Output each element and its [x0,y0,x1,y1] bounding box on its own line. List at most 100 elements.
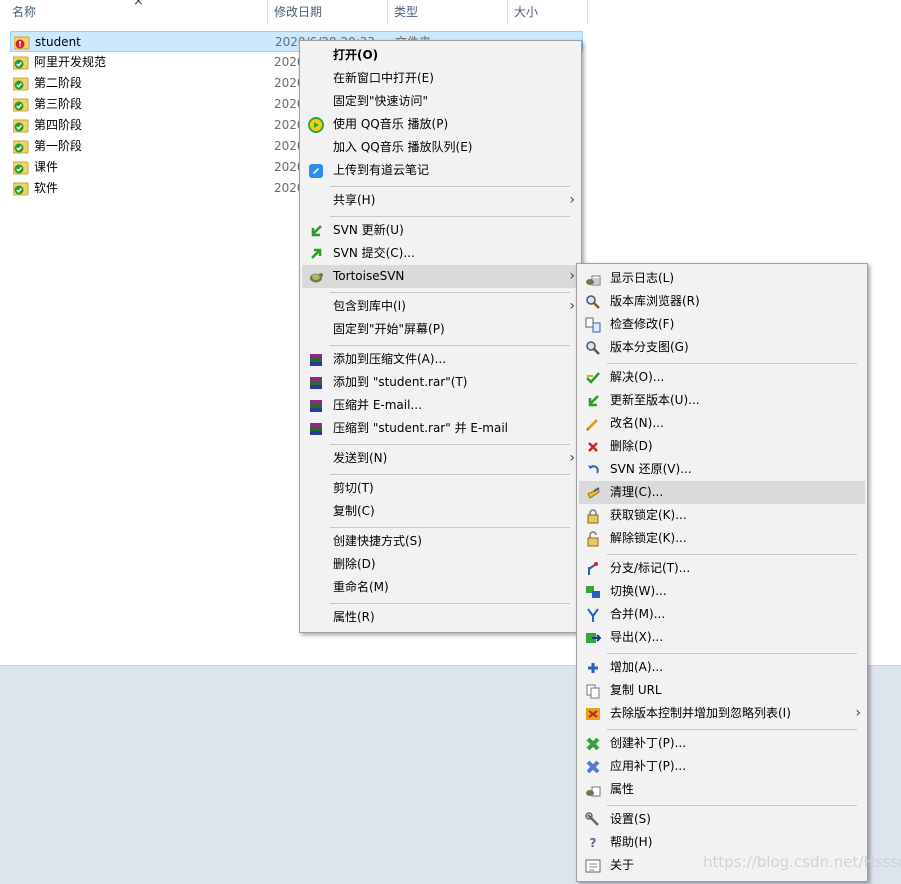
menu-item-qq-queue[interactable]: 加入 QQ音乐 播放队列(E) [302,136,579,159]
menu-item-open-new-window[interactable]: 在新窗口中打开(E) [302,67,579,90]
menu-item-label: TortoiseSVN [333,269,405,283]
menu-item-label: 包含到库中(I) [333,299,406,313]
svn-item-export[interactable]: 导出(X)... [579,626,865,649]
menu-item-label: 版本分支图(G) [610,340,689,354]
column-header-date[interactable]: 修改日期 [268,0,388,24]
menu-item-share[interactable]: 共享(H) › [302,189,579,212]
svn-item-switch[interactable]: 切换(W)... [579,580,865,603]
menu-item-label: 共享(H) [333,193,376,207]
menu-item-label: 导出(X)... [610,630,664,644]
svn-item-delete[interactable]: 删除(D) [579,435,865,458]
menu-item-include-library[interactable]: 包含到库中(I) › [302,295,579,318]
svn-item-update-to-revision[interactable]: 更新至版本(U)... [579,389,865,412]
menu-item-label: 压缩到 "student.rar" 并 E-mail [333,421,509,435]
column-header-name[interactable]: 名称 [0,0,268,24]
about-icon [585,858,601,874]
svn-item-revision-graph[interactable]: 版本分支图(G) [579,336,865,359]
svn-item-merge[interactable]: 合并(M)... [579,603,865,626]
svn-item-help[interactable]: ? 帮助(H) [579,831,865,854]
menu-separator [330,603,570,604]
menu-item-pin-quick-access[interactable]: 固定到"快速访问" [302,90,579,113]
menu-item-open[interactable]: 打开(O) [302,44,579,67]
file-name: 软件 [34,181,59,195]
menu-item-label: 解决(O)... [610,370,665,384]
menu-item-label: 复制(C) [333,504,375,518]
menu-item-label: 使用 QQ音乐 播放(P) [333,117,449,131]
menu-item-youdao-upload[interactable]: 上传到有道云笔记 [302,159,579,182]
menu-item-cut[interactable]: 剪切(T) [302,477,579,500]
menu-item-label: 上传到有道云笔记 [333,163,430,177]
winrar-icon [308,375,324,391]
svn-item-settings[interactable]: 设置(S) [579,808,865,831]
svn-item-apply-patch[interactable]: 应用补丁(P)... [579,755,865,778]
menu-item-label: SVN 提交(C)... [333,246,415,260]
winrar-icon [308,352,324,368]
menu-item-compress-email[interactable]: 压缩并 E-mail... [302,394,579,417]
svn-item-unversion-ignore[interactable]: 去除版本控制并增加到忽略列表(I) › [579,702,865,725]
menu-item-label: 固定到"开始"屏幕(P) [333,322,445,336]
apply-patch-icon [585,759,601,775]
properties-icon [585,782,601,798]
svn-item-revert[interactable]: SVN 还原(V)... [579,458,865,481]
update-arrow-icon [585,393,601,409]
svn-item-release-lock[interactable]: 解除锁定(K)... [579,527,865,550]
menu-item-delete[interactable]: 删除(D) [302,553,579,576]
menu-item-copy[interactable]: 复制(C) [302,500,579,523]
column-header-size[interactable]: 大小 [508,0,588,24]
svn-item-add[interactable]: 增加(A)... [579,656,865,679]
svn-item-get-lock[interactable]: 获取锁定(K)... [579,504,865,527]
chevron-right-icon: › [569,450,575,466]
menu-item-rename[interactable]: 重命名(M) [302,576,579,599]
svn-item-resolve[interactable]: 解决(O)... [579,366,865,389]
menu-separator [330,527,570,528]
menu-item-properties[interactable]: 属性(R) [302,606,579,629]
menu-item-svn-commit[interactable]: SVN 提交(C)... [302,242,579,265]
svn-ok-folder-icon [12,118,29,133]
menu-item-compress-rar-email[interactable]: 压缩到 "student.rar" 并 E-mail [302,417,579,440]
chevron-right-icon: › [569,268,575,284]
menu-item-label: 创建快捷方式(S) [333,534,422,548]
menu-item-tortoisesvn[interactable]: TortoiseSVN › [302,265,579,288]
menu-separator [330,345,570,346]
tortoise-icon [308,269,324,285]
cleanup-broom-icon [585,485,601,501]
svn-item-repo-browser[interactable]: 版本库浏览器(R) [579,290,865,313]
svn-item-branch-tag[interactable]: 分支/标记(T)... [579,557,865,580]
menu-item-qq-play[interactable]: 使用 QQ音乐 播放(P) [302,113,579,136]
column-header-type[interactable]: 类型 [388,0,508,24]
menu-separator [607,805,857,806]
menu-item-label: 删除(D) [333,557,376,571]
menu-item-add-rar[interactable]: 添加到 "student.rar"(T) [302,371,579,394]
ignore-icon [585,706,601,722]
svn-ok-folder-icon [12,55,29,70]
file-name: 第四阶段 [34,118,83,132]
svn-item-create-patch[interactable]: 创建补丁(P)... [579,732,865,755]
copy-icon [585,683,601,699]
menu-item-send-to[interactable]: 发送到(N) › [302,447,579,470]
svn-item-properties[interactable]: 属性 [579,778,865,801]
delete-x-icon [585,439,601,455]
menu-item-add-archive[interactable]: 添加到压缩文件(A)... [302,348,579,371]
svn-item-check-modifications[interactable]: 检查修改(F) [579,313,865,336]
menu-item-label: 检查修改(F) [610,317,675,331]
merge-icon [585,607,601,623]
revision-graph-icon [585,340,601,356]
magnifier-icon [585,294,601,310]
menu-item-label: 分支/标记(T)... [610,561,691,575]
svn-item-show-log[interactable]: 显示日志(L) [579,267,865,290]
menu-item-svn-update[interactable]: SVN 更新(U) [302,219,579,242]
menu-item-pin-start[interactable]: 固定到"开始"屏幕(P) [302,318,579,341]
qq-music-icon [308,117,324,133]
menu-item-create-shortcut[interactable]: 创建快捷方式(S) [302,530,579,553]
menu-item-label: 获取锁定(K)... [610,508,687,522]
svn-item-rename[interactable]: 改名(N)... [579,412,865,435]
svn-item-cleanup[interactable]: 清理(C)... [579,481,865,504]
unlock-icon [585,531,601,547]
chevron-right-icon: › [569,192,575,208]
revert-icon [585,462,601,478]
svn-item-copy-url[interactable]: 复制 URL [579,679,865,702]
plus-icon [585,660,601,676]
svn-commit-icon [308,246,324,262]
menu-item-label: 在新窗口中打开(E) [333,71,434,85]
svn-update-icon [308,223,324,239]
